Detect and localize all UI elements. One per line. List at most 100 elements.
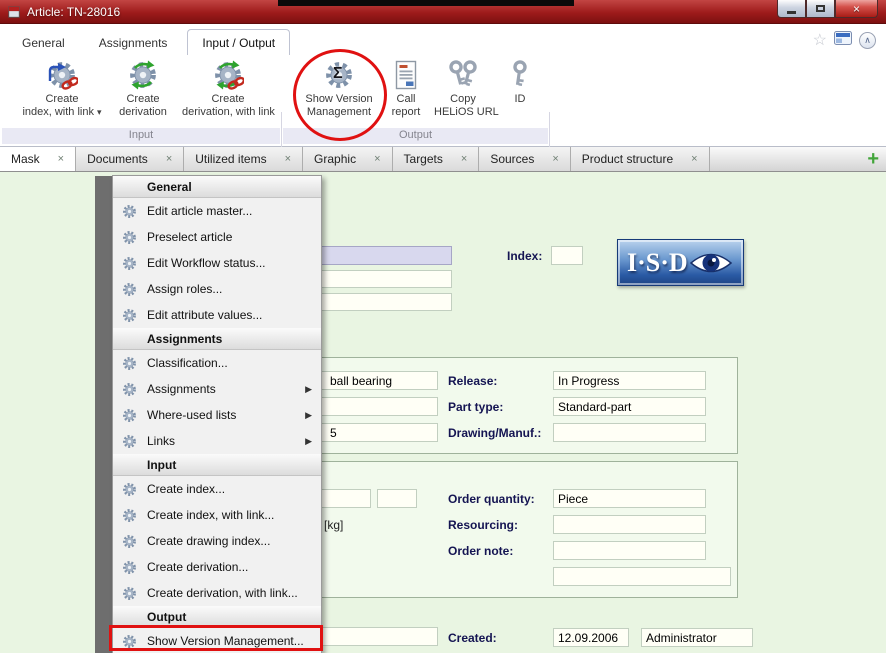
ribbon-tab-assignments[interactable]: Assignments (85, 30, 182, 55)
index-field[interactable] (551, 246, 583, 265)
menu-item-label: Assign roles... (147, 282, 222, 296)
extra-field[interactable] (553, 567, 731, 586)
menu-item-create-derivation[interactable]: Create derivation... (113, 554, 321, 580)
ribbon-button-label: Create (18, 93, 106, 106)
menu-item-create-derivation-with-link[interactable]: Create derivation, with link... (113, 580, 321, 606)
menu-item-create-index[interactable]: Create index... (113, 476, 321, 502)
favorite-star-icon[interactable]: ☆ (813, 33, 827, 49)
order-note-field[interactable] (553, 541, 706, 560)
menu-item-where-used-lists[interactable]: Where-used lists▶ (113, 402, 321, 428)
menu-item-links[interactable]: Links▶ (113, 428, 321, 454)
menu-item-assign-roles[interactable]: Assign roles... (113, 276, 321, 302)
view-tab-sources[interactable]: Sources × (479, 147, 570, 171)
annotation-rect (109, 625, 323, 651)
ribbon-button-create-index-with-link[interactable]: Createindex, with link ▾ (18, 57, 106, 119)
menu-shadow (95, 176, 112, 653)
create-index-link-icon (18, 57, 106, 93)
isd-logo-text: I·S·D (627, 248, 688, 278)
gear-icon (122, 281, 139, 297)
ribbon-button-label: Create (182, 93, 274, 106)
menu-item-edit-attribute-values[interactable]: Edit attribute values... (113, 302, 321, 328)
menu-item-classification[interactable]: Classification... (113, 350, 321, 376)
add-tab-button[interactable]: + (867, 147, 879, 171)
close-tab-icon[interactable]: × (285, 153, 291, 165)
gear-icon (122, 203, 139, 219)
window-style-icon[interactable] (834, 31, 852, 50)
close-button[interactable]: × (835, 0, 878, 18)
copy-url-icon (434, 57, 492, 93)
gear-icon (122, 481, 139, 497)
tab-label: Targets (404, 152, 443, 166)
part-type-label: Part type: (448, 400, 503, 414)
gear-icon (122, 507, 139, 523)
menu-item-label: Create derivation, with link... (147, 586, 298, 600)
close-tab-icon[interactable]: × (58, 153, 64, 165)
created-by-field[interactable]: Administrator (641, 628, 753, 647)
maximize-icon (816, 5, 825, 12)
ribbon-button-label: index, with link ▾ (18, 106, 106, 119)
ribbon-button-label: Copy (434, 93, 492, 106)
close-tab-icon[interactable]: × (166, 153, 172, 165)
created-date-field[interactable]: 12.09.2006 (553, 628, 629, 647)
view-tab-targets[interactable]: Targets × (393, 147, 480, 171)
view-tab-product-structure[interactable]: Product structure× (571, 147, 710, 171)
close-tab-icon[interactable]: × (691, 153, 697, 165)
close-tab-icon[interactable]: × (552, 153, 558, 165)
ribbon-button-label: derivation (107, 106, 179, 119)
view-tab-graphic[interactable]: Graphic× (303, 147, 392, 171)
ribbon-button-create-derivation-with-link[interactable]: Createderivation, with link (182, 57, 274, 119)
order-note-label: Order note: (448, 544, 513, 558)
minimize-button[interactable] (777, 0, 806, 18)
create-derivation-icon (107, 57, 179, 93)
ribbon-tab-general[interactable]: General (8, 30, 79, 55)
part-type-field[interactable]: Standard-part (553, 397, 706, 416)
tab-label: Documents (87, 152, 148, 166)
release-field[interactable]: In Progress (553, 371, 706, 390)
view-tab-documents[interactable]: Documents × (76, 147, 184, 171)
menu-item-assignments[interactable]: Assignments▶ (113, 376, 321, 402)
view-tab-utilized-items[interactable]: Utilized items× (184, 147, 303, 171)
menu-item-create-index-with-link[interactable]: Create index, with link... (113, 502, 321, 528)
tab-label: Sources (490, 152, 534, 166)
menu-item-label: Links (147, 434, 175, 448)
ribbon-button-copy-helios-url[interactable]: CopyHELiOS URL (434, 57, 492, 119)
view-tab-mask[interactable]: Mask× (0, 147, 76, 171)
dropdown-arrow-icon: ▾ (97, 107, 102, 117)
menu-item-label: Edit article master... (147, 204, 252, 218)
gear-icon (122, 433, 139, 449)
collapse-ribbon-button[interactable]: ∧ (859, 32, 876, 49)
menu-item-label: Preselect article (147, 230, 232, 244)
close-tab-icon[interactable]: × (461, 153, 467, 165)
menu-item-preselect-article[interactable]: Preselect article (113, 224, 321, 250)
ribbon-button-label: derivation, with link (182, 106, 274, 119)
drawing-manuf-field[interactable] (553, 423, 706, 442)
gear-icon (122, 407, 139, 423)
create-derivation-link-icon (182, 57, 274, 93)
maximize-button[interactable] (806, 0, 835, 18)
app-icon (7, 5, 21, 19)
gear-icon (122, 585, 139, 601)
id-key-icon (497, 57, 543, 93)
resourcing-field[interactable] (553, 515, 706, 534)
ribbon-button-call-report[interactable]: Callreport (382, 57, 430, 119)
weight-unit-field[interactable] (377, 489, 417, 508)
menu-item-edit-workflow-status[interactable]: Edit Workflow status... (113, 250, 321, 276)
gear-icon (122, 229, 139, 245)
ribbon-button-label: Create (107, 93, 179, 106)
menu-item-label: Create drawing index... (147, 534, 270, 548)
call-report-icon (382, 57, 430, 93)
menu-item-label: Classification... (147, 356, 228, 370)
menu-item-label: Create derivation... (147, 560, 248, 574)
resourcing-label: Resourcing: (448, 518, 518, 532)
ribbon-button-create-derivation[interactable]: Createderivation (107, 57, 179, 119)
order-quantity-field[interactable]: Piece (553, 489, 706, 508)
annotation-circle (293, 49, 387, 141)
close-tab-icon[interactable]: × (374, 153, 380, 165)
menu-item-edit-article-master[interactable]: Edit article master... (113, 198, 321, 224)
drawing-manuf-label: Drawing/Manuf.: (448, 426, 541, 440)
ribbon-tab-input-output[interactable]: Input / Output (187, 29, 290, 56)
ribbon-button-id[interactable]: ID (497, 57, 543, 106)
menu-item-create-drawing-index[interactable]: Create drawing index... (113, 528, 321, 554)
created-label: Created: (448, 631, 497, 645)
gear-icon (122, 381, 139, 397)
